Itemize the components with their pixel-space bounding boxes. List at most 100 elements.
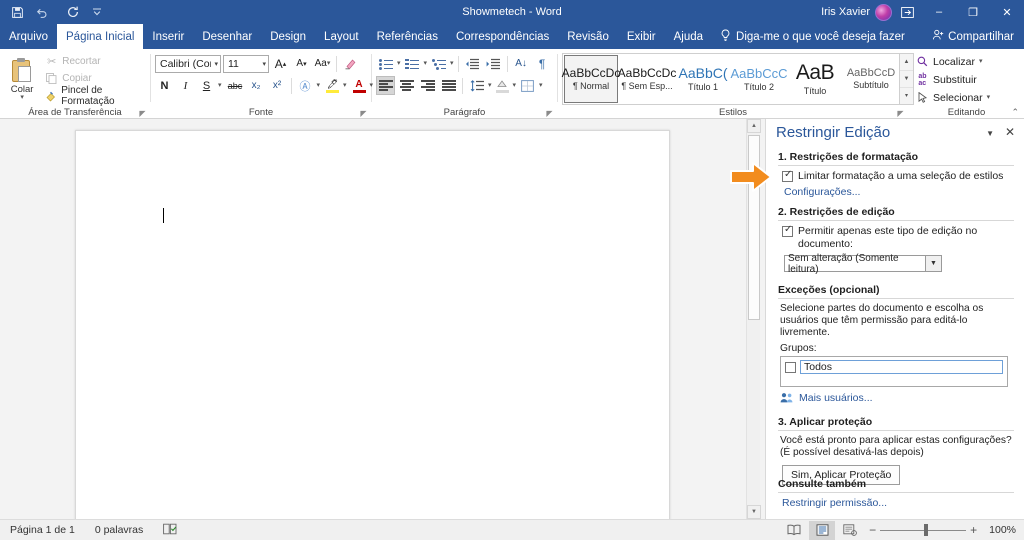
font-name-combo[interactable]: Calibri (Corpo ▾ [155, 54, 221, 73]
style-normal[interactable]: AaBbCcDc ¶ Normal [562, 54, 620, 103]
style-titulo-1[interactable]: AaBbC( Título 1 [676, 55, 730, 103]
tab-ajuda[interactable]: Ajuda [665, 24, 712, 49]
italic-icon[interactable]: I [176, 76, 195, 95]
clipboard-dialog-launcher[interactable]: ◤ [138, 109, 147, 118]
chevron-down-icon[interactable]: ▾ [488, 82, 492, 89]
tab-correspondencias[interactable]: Correspondências [447, 24, 558, 49]
save-icon[interactable] [6, 2, 28, 22]
find-button[interactable]: Localizar ▾ [913, 53, 993, 70]
more-users-row[interactable]: Mais usuários... [780, 392, 1014, 404]
limit-formatting-checkbox-row[interactable]: Limitar formatação a uma seleção de esti… [782, 169, 1014, 183]
zoom-track[interactable] [880, 523, 967, 536]
shrink-font-icon[interactable]: A ▾ [292, 54, 311, 73]
chevron-down-icon[interactable]: ▾ [424, 60, 428, 67]
chevron-down-icon[interactable]: ▼ [926, 255, 942, 272]
chevron-down-icon[interactable]: ▾ [450, 60, 454, 67]
page-info[interactable]: Página 1 de 1 [0, 524, 85, 536]
customize-qat-icon[interactable] [86, 2, 108, 22]
undo-icon[interactable] [30, 2, 52, 22]
collapse-ribbon-icon[interactable]: ⌃ [1011, 107, 1019, 118]
sort-icon[interactable]: A↓ [512, 54, 531, 73]
redo-icon[interactable] [62, 2, 84, 22]
paragraph-dialog-launcher[interactable]: ◤ [545, 109, 554, 118]
tab-arquivo[interactable]: Arquivo [0, 24, 57, 49]
zoom-slider[interactable]: − + [865, 523, 981, 537]
tab-inserir[interactable]: Inserir [143, 24, 193, 49]
style-subtitulo[interactable]: AaBbCcD Subtítulo [844, 55, 898, 103]
underline-icon[interactable]: S [197, 76, 216, 95]
zoom-in-button[interactable]: + [970, 523, 977, 537]
tab-pagina-inicial[interactable]: Página Inicial [57, 24, 144, 49]
chevron-down-icon[interactable]: ▾ [317, 82, 323, 89]
font-size-combo[interactable]: 11 ▾ [223, 54, 269, 73]
text-effects-icon[interactable]: Ⓐ [296, 76, 315, 95]
group-todos-checkbox[interactable] [785, 362, 796, 373]
text-highlight-icon[interactable]: 🖊 [324, 76, 341, 95]
tab-exibir[interactable]: Exibir [618, 24, 665, 49]
tab-referencias[interactable]: Referências [368, 24, 447, 49]
chevron-down-icon[interactable]: ▼ [986, 129, 994, 138]
editing-type-select[interactable]: Sem alteração (Somente leitura) [784, 253, 926, 275]
numbering-icon[interactable] [403, 54, 422, 73]
more-users-link[interactable]: Mais usuários... [799, 392, 873, 404]
word-count[interactable]: 0 palavras [85, 524, 153, 536]
close-button[interactable]: ✕ [990, 0, 1024, 24]
align-right-icon[interactable] [418, 76, 437, 95]
tell-me-search[interactable]: Diga-me o que você deseja fazer [712, 24, 913, 49]
align-center-icon[interactable] [397, 76, 416, 95]
restrict-permission-link[interactable]: Restringir permissão... [782, 497, 887, 509]
font-dialog-launcher[interactable]: ◤ [359, 109, 368, 118]
scroll-down-icon[interactable]: ▼ [747, 505, 761, 519]
close-icon[interactable]: ✕ [1005, 125, 1015, 139]
change-case-icon[interactable]: Aa ▾ [313, 54, 332, 73]
document-page[interactable] [75, 130, 670, 519]
cut-button[interactable]: ✂ Recortar [42, 54, 146, 70]
paste-button[interactable]: Colar ▾ [4, 57, 40, 101]
justify-icon[interactable] [439, 76, 458, 95]
strikethrough-icon[interactable]: abc [226, 76, 245, 95]
editing-type-select-wrap[interactable]: Sem alteração (Somente leitura) ▼ [784, 253, 1014, 275]
chevron-down-icon[interactable]: ▾ [397, 60, 401, 67]
line-spacing-icon[interactable] [467, 76, 486, 95]
multilevel-list-icon[interactable] [429, 54, 448, 73]
minimize-button[interactable]: – [922, 0, 956, 24]
style-titulo-2[interactable]: AaBbCcC Título 2 [730, 55, 787, 103]
restore-button[interactable]: ❐ [956, 0, 990, 24]
avatar[interactable] [875, 3, 892, 21]
styles-dialog-launcher[interactable]: ◤ [896, 109, 905, 118]
borders-icon[interactable] [518, 76, 537, 95]
chevron-down-icon[interactable]: ▾ [987, 94, 991, 101]
chevron-down-icon[interactable]: ▾ [20, 94, 24, 101]
font-color-icon[interactable]: A [351, 76, 368, 95]
print-layout-icon[interactable] [809, 520, 836, 540]
chevron-down-icon[interactable]: ▾ [218, 82, 224, 89]
decrease-indent-icon[interactable] [463, 54, 482, 73]
group-list-item[interactable]: Todos [785, 360, 1003, 374]
select-button[interactable]: Selecionar ▾ [913, 89, 993, 106]
zoom-thumb[interactable] [924, 523, 929, 536]
tab-design[interactable]: Design [261, 24, 315, 49]
align-left-icon[interactable] [376, 76, 395, 95]
zoom-out-button[interactable]: − [869, 523, 876, 537]
format-painter-button[interactable]: Pincel de Formatação [42, 85, 146, 107]
bullets-icon[interactable] [376, 54, 395, 73]
style-titulo[interactable]: AaB Título [788, 55, 842, 103]
increase-indent-icon[interactable] [484, 54, 503, 73]
proofing-status-icon[interactable] [153, 523, 187, 538]
tab-desenhar[interactable]: Desenhar [193, 24, 261, 49]
chevron-down-icon[interactable]: ▾ [513, 82, 517, 89]
zoom-level[interactable]: 100% [983, 524, 1016, 536]
style-sem-espacamento[interactable]: AaBbCcDc ¶ Sem Esp... [618, 55, 677, 103]
subscript-icon[interactable]: x₂ [247, 76, 266, 95]
show-formatting-marks-icon[interactable]: ¶ [533, 54, 552, 73]
clear-formatting-icon[interactable] [341, 54, 360, 73]
superscript-icon[interactable]: x² [268, 76, 287, 95]
ribbon-display-options-icon[interactable] [892, 0, 922, 24]
allow-editing-checkbox[interactable] [782, 224, 793, 237]
replace-button[interactable]: ab ac Substituir [913, 71, 993, 88]
share-button[interactable]: Compartilhar [932, 24, 1024, 49]
bold-icon[interactable]: N [155, 76, 174, 95]
chevron-down-icon[interactable]: ▾ [979, 58, 983, 65]
scroll-up-icon[interactable]: ▲ [747, 119, 761, 133]
grow-font-icon[interactable]: A ▴ [271, 54, 290, 73]
